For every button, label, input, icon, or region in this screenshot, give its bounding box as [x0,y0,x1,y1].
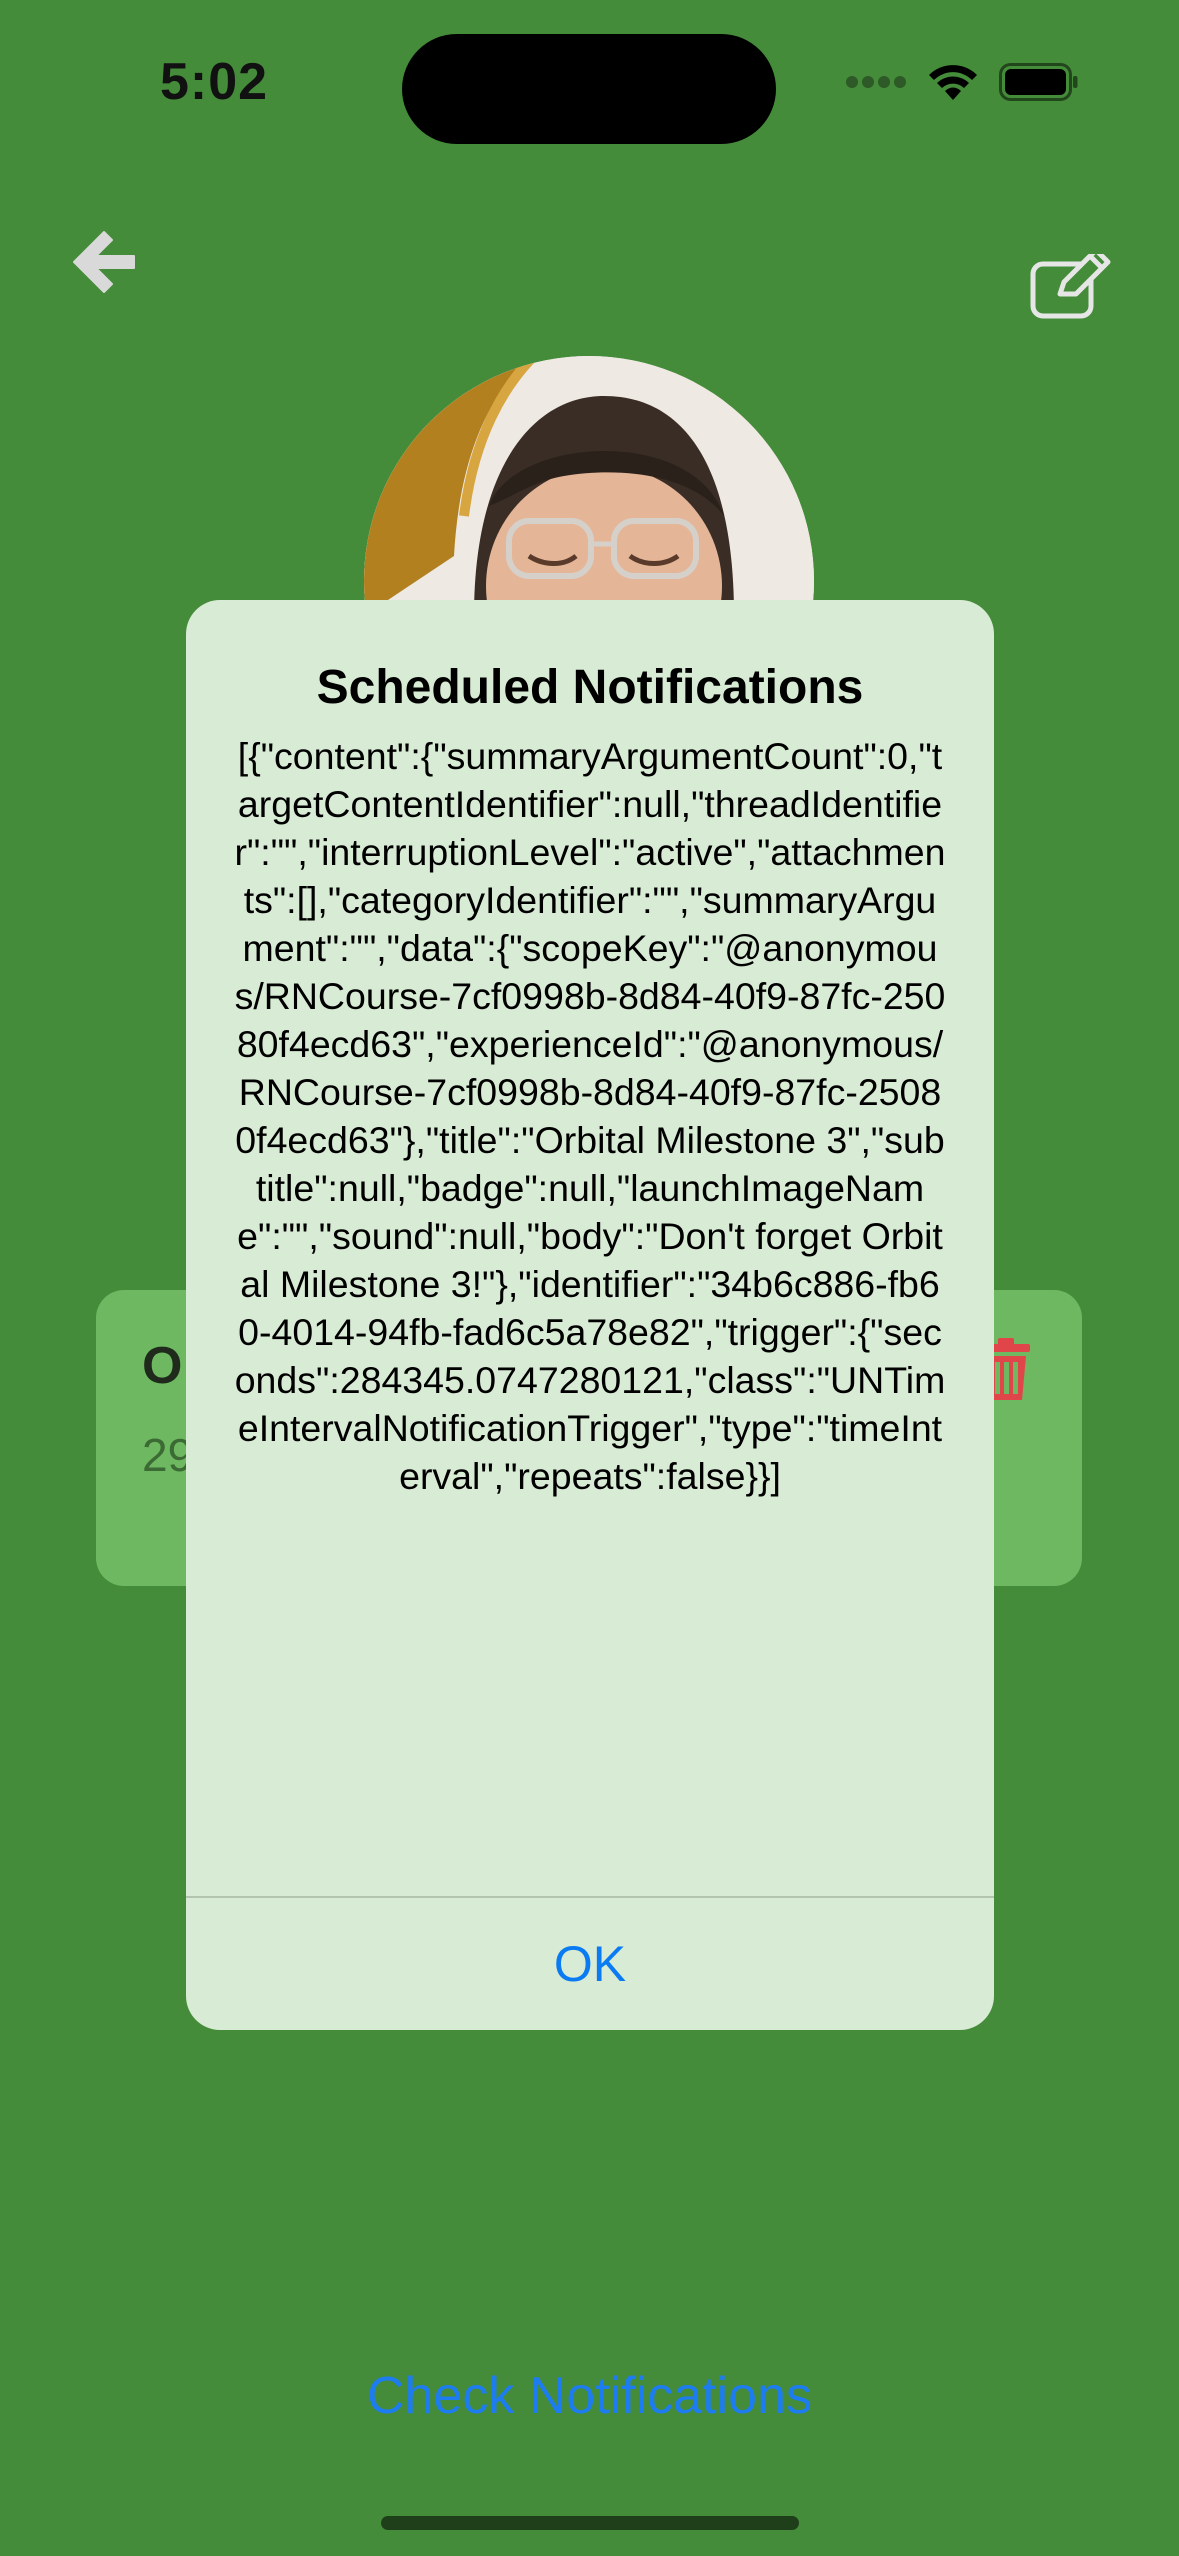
alert-title: Scheduled Notifications [316,661,864,714]
back-button[interactable] [68,226,140,298]
card-title: O [142,1337,183,1395]
alert-ok-button[interactable]: OK [186,1898,994,2030]
edit-button[interactable] [1030,247,1112,320]
dynamic-island [402,34,776,144]
status-icons [845,62,1079,102]
pencil-square-icon [1030,247,1111,319]
battery-icon [999,63,1078,101]
arrow-left-icon [73,231,135,293]
check-notifications-button[interactable]: Check Notifications [0,2366,1179,2426]
home-indicator[interactable] [381,2516,799,2530]
alert-dialog: Scheduled Notifications [{"content":{"su… [186,600,994,2030]
signal-dots-icon [846,76,906,88]
status-time: 5:02 [160,53,269,111]
wifi-icon [929,65,977,100]
alert-message: [{"content":{"summaryArgumentCount":0,"t… [234,735,946,1497]
